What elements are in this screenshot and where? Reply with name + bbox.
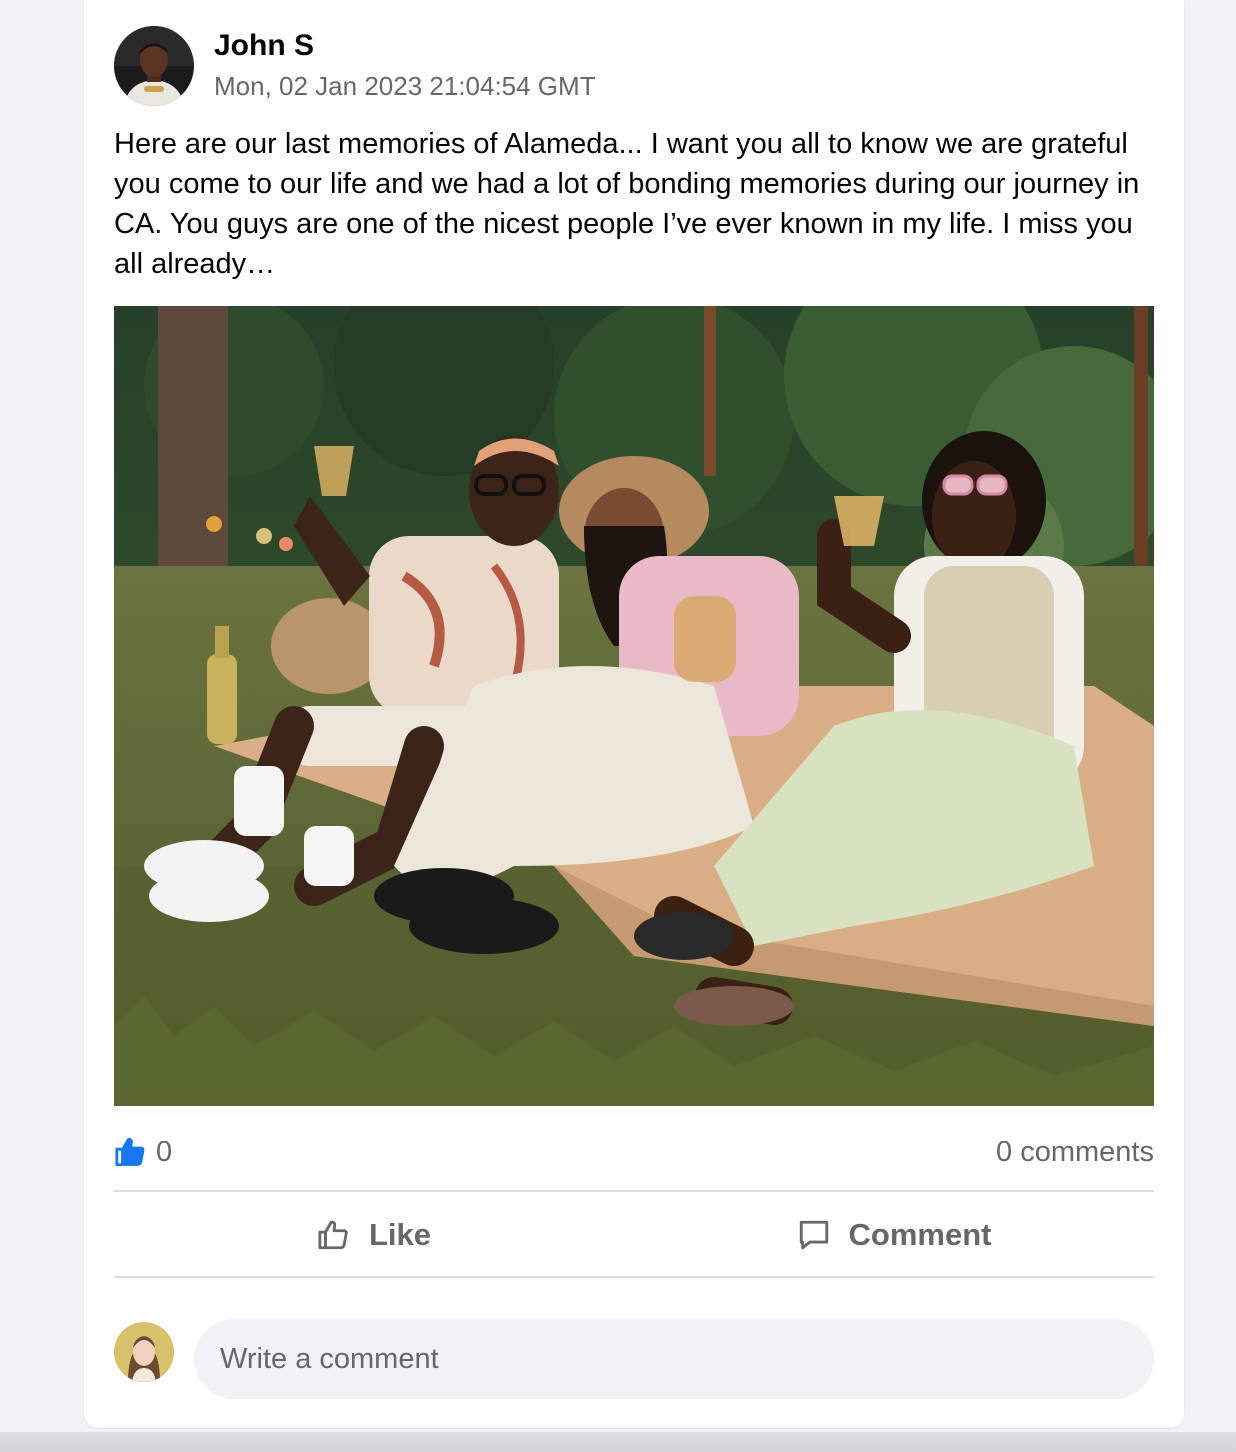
post-actions: Like Comment [114,1194,1154,1276]
post-card: John S Mon, 02 Jan 2023 21:04:54 GMT Her… [84,0,1184,1428]
current-user-avatar[interactable] [114,1322,174,1382]
like-button-label: Like [368,1217,432,1252]
like-button[interactable]: Like [114,1194,634,1276]
like-summary[interactable]: 0 [114,1135,172,1169]
comment-button-label: Comment [848,1217,992,1252]
post-stats: 0 0 comments [114,1130,1154,1174]
comment-button[interactable]: Comment [634,1194,1154,1276]
comment-input[interactable] [194,1319,1154,1399]
group-picnic-photo [114,306,1154,1106]
post-photo[interactable] [114,306,1154,1106]
post-timestamp[interactable]: Mon, 02 Jan 2023 21:04:54 GMT [214,70,596,102]
thumbs-up-outline-icon [317,1218,351,1252]
author-info: John S Mon, 02 Jan 2023 21:04:54 GMT [214,28,596,102]
author-avatar[interactable] [114,26,194,106]
actions-divider [114,1276,1154,1278]
comment-count[interactable]: 0 comments [996,1136,1154,1169]
post-header: John S Mon, 02 Jan 2023 21:04:54 GMT [114,26,596,106]
thumbs-up-icon [114,1135,148,1169]
comment-composer [114,1318,1154,1400]
like-count: 0 [156,1135,173,1168]
page-bottom-shade [0,1432,1236,1452]
author-name[interactable]: John S [214,28,596,64]
post-text: Here are our last memories of Alameda...… [114,128,1140,280]
stats-divider [114,1190,1154,1192]
speech-bubble-icon [797,1218,831,1252]
